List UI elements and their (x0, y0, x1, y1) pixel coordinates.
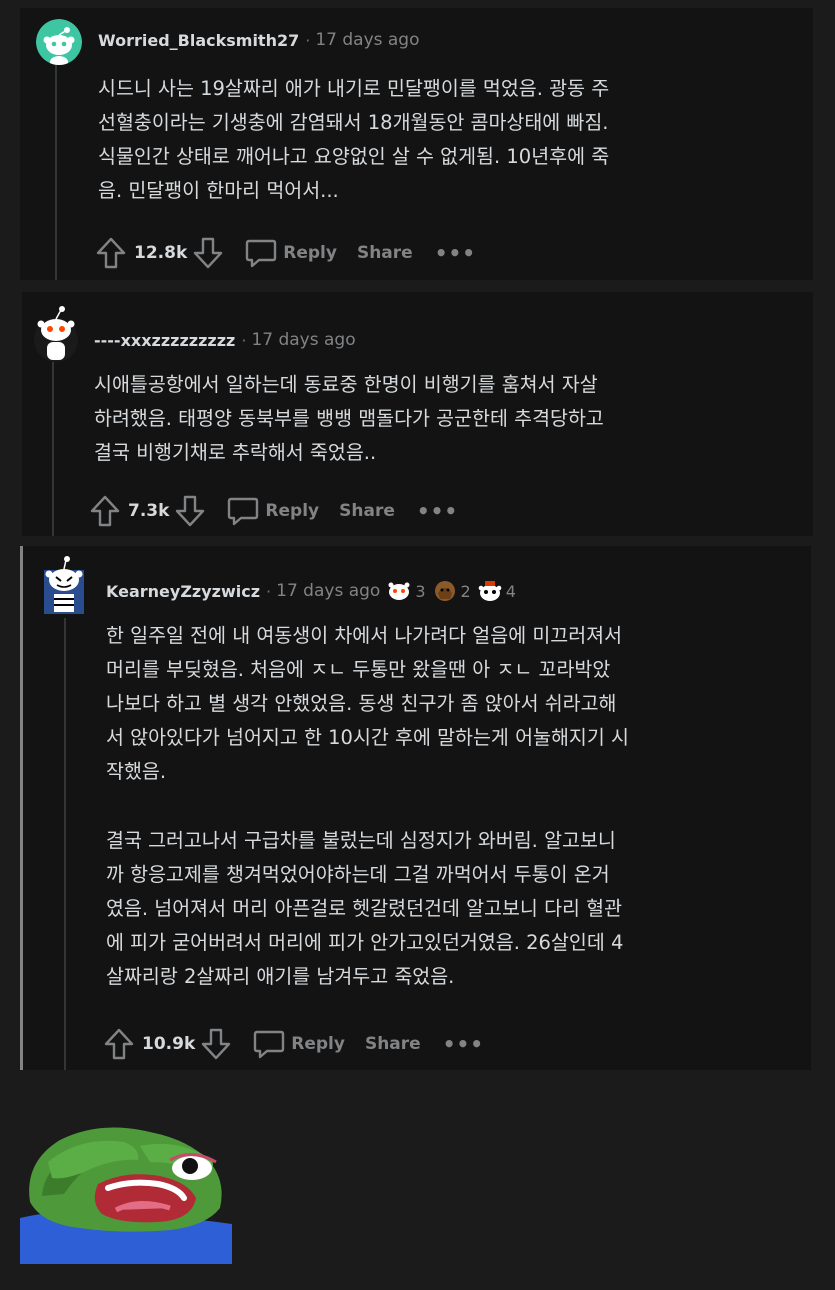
body-line: 식물인간 상태로 깨어나고 요양없인 살 수 없게됨. 10년후에 죽 (98, 145, 610, 168)
upvote-icon[interactable] (104, 1028, 134, 1060)
share-button[interactable]: Share (365, 1034, 421, 1054)
reply-button[interactable]: Reply (227, 496, 319, 526)
body-line: 였음. 넘어져서 머리 아픈걸로 헷갈렸던건데 알고보니 다리 혈관 (106, 897, 623, 920)
body-line: 하려했음. 태평양 동북부를 뱅뱅 맴돌다가 공군한테 추격당하고 (94, 407, 604, 430)
separator-dot: · (241, 330, 247, 350)
more-options-icon[interactable]: ••• (443, 1034, 484, 1054)
award[interactable]: 3 (386, 579, 426, 603)
upvote-icon[interactable] (96, 237, 126, 269)
downvote-icon[interactable] (193, 237, 223, 269)
award[interactable]: 4 (477, 579, 516, 603)
username[interactable]: KearneyZzyzwicz (106, 582, 260, 601)
snoo-award-icon (388, 582, 410, 600)
body-line: 한 일주일 전에 내 여동생이 차에서 나가려다 얼음에 미끄러져서 (106, 624, 623, 647)
username[interactable]: ----xxxzzzzzzzzz (94, 331, 235, 350)
award-count: 3 (415, 581, 426, 601)
timestamp[interactable]: 17 days ago (276, 581, 380, 601)
body-line: 살짜리랑 2살짜리 애기를 남겨두고 죽었음. (106, 965, 455, 988)
reply-label: Reply (265, 501, 320, 521)
award-count: 2 (460, 581, 471, 601)
avatar[interactable] (40, 554, 88, 616)
reply-label: Reply (291, 1034, 345, 1054)
body-line: 나보다 하고 별 생각 안했었음. 동생 친구가 좀 앉아서 쉬라고해 (106, 692, 617, 715)
avatar[interactable] (36, 19, 82, 65)
body-line: 선혈충이라는 기생충에 감염돼서 18개월동안 콤마상태에 빠짐. (98, 111, 609, 134)
body-line: 시드니 사는 19살짜리 애가 내기로 민달팽이를 먹었음. 광동 주 (98, 77, 610, 100)
body-line: 머리를 부딪혔음. 처음에 ㅈㄴ 두통만 왔을땐 아 ㅈㄴ 꼬라박았 (106, 658, 611, 681)
body-line: 시애틀공항에서 일하는데 동료중 한명이 비행기를 훔쳐서 자살 (94, 373, 598, 396)
comment-header: ----xxxzzzzzzzzz · 17 days ago (94, 330, 356, 350)
username[interactable]: Worried_Blacksmith27 (98, 31, 299, 50)
share-button[interactable]: Share (357, 243, 413, 263)
comment-bubble-icon (228, 497, 259, 526)
comment-body-paragraph-2: 결국 그러고나서 구급차를 불렀는데 심정지가 와버림. 알고보니 까 항응고제… (106, 824, 623, 994)
separator-dot: · (266, 581, 272, 601)
facepalm-award-icon (434, 581, 455, 601)
downvote-icon[interactable] (175, 495, 205, 527)
comment-card: KearneyZzyzwicz · 17 days ago 3 2 4 한 일주… (20, 546, 811, 1070)
body-line: 음. 민달팽이 한마리 먹어서... (98, 179, 339, 202)
body-line: 결국 비행기채로 추락해서 죽었음.. (94, 441, 377, 464)
comment-body: 시애틀공항에서 일하는데 동료중 한명이 비행기를 훔쳐서 자살 하려했음. 태… (94, 368, 604, 470)
comment-header: Worried_Blacksmith27 · 17 days ago (98, 30, 420, 50)
comment-actions: 7.3k Reply Share ••• (90, 495, 458, 527)
vote-score: 12.8k (134, 243, 188, 263)
comment-card: Worried_Blacksmith27 · 17 days ago 시드니 사… (20, 8, 813, 280)
comment-body: 한 일주일 전에 내 여동생이 차에서 나가려다 얼음에 미끄러져서 머리를 부… (106, 619, 629, 789)
thread-line[interactable] (52, 362, 54, 536)
reply-label: Reply (283, 243, 337, 263)
timestamp[interactable]: 17 days ago (315, 30, 419, 50)
vote-score: 7.3k (128, 501, 170, 521)
more-options-icon[interactable]: ••• (435, 243, 476, 263)
comment-actions: 12.8k Reply Share ••• (96, 237, 476, 269)
body-line: 까 항응고제를 챙겨먹었어야하는데 그걸 까먹어서 두통이 온거 (106, 863, 610, 886)
award-count: 4 (505, 581, 516, 601)
reply-button[interactable]: Reply (245, 238, 337, 268)
body-line: 에 피가 굳어버려서 머리에 피가 안가고있던거였음. 26살인데 4 (106, 931, 624, 954)
comment-actions: 10.9k Reply Share ••• (104, 1028, 484, 1060)
pepe-crying-meme-image (20, 1122, 232, 1264)
vote-score: 10.9k (142, 1034, 196, 1054)
comment-bubble-icon (246, 239, 277, 268)
comment-card: ----xxxzzzzzzzzz · 17 days ago 시애틀공항에서 일… (22, 292, 813, 536)
highlight-bar (20, 546, 23, 1070)
award[interactable]: 2 (432, 579, 471, 603)
timestamp[interactable]: 17 days ago (251, 330, 355, 350)
reply-button[interactable]: Reply (253, 1029, 345, 1059)
separator-dot: · (305, 30, 311, 50)
comment-bubble-icon (254, 1030, 285, 1059)
body-line: 결국 그러고나서 구급차를 불렀는데 심정지가 와버림. 알고보니 (106, 829, 616, 852)
share-button[interactable]: Share (339, 501, 395, 521)
more-options-icon[interactable]: ••• (417, 501, 458, 521)
thread-line[interactable] (64, 618, 66, 1070)
thread-line[interactable] (55, 62, 57, 280)
body-line: 작했음. (106, 760, 167, 783)
comment-body: 시드니 사는 19살짜리 애가 내기로 민달팽이를 먹었음. 광동 주 선혈충이… (98, 72, 609, 208)
body-line: 서 앉아있다가 넘어지고 한 10시간 후에 말하는게 어눌해지기 시 (106, 726, 629, 749)
avatar[interactable] (32, 302, 80, 362)
comment-header: KearneyZzyzwicz · 17 days ago 3 2 4 (106, 579, 516, 603)
helpful-award-icon (478, 581, 502, 601)
downvote-icon[interactable] (201, 1028, 231, 1060)
upvote-icon[interactable] (90, 495, 120, 527)
